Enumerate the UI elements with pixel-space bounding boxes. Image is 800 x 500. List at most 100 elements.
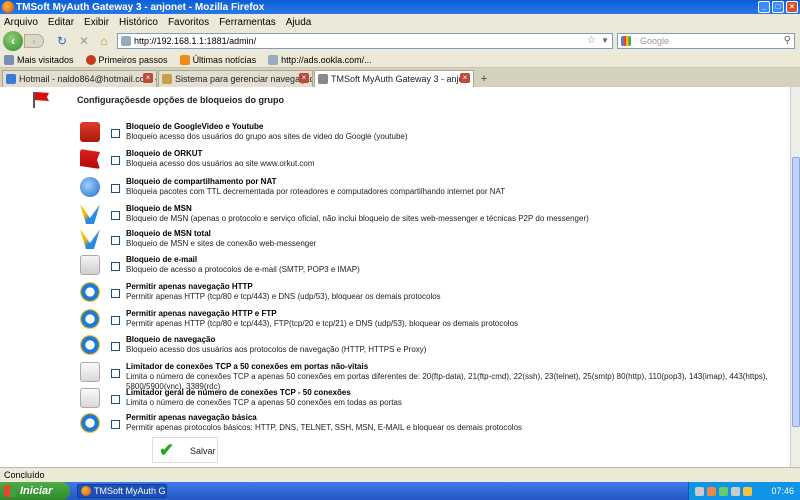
option-title: Permitir apenas navegação HTTP	[126, 282, 253, 291]
option-desc: Bloqueia pacotes com TTL decrementada po…	[126, 187, 506, 196]
taskbar: Iniciar TMSoft MyAuth Gate... 07:46	[0, 482, 800, 500]
option-checkbox[interactable]	[111, 262, 120, 271]
option-row: Bloqueio de navegação Bloqueio acesso do…	[80, 335, 780, 361]
back-button[interactable]: ‹	[3, 31, 23, 51]
firefox-icon	[81, 486, 91, 496]
bookmark-item[interactable]: Mais visitados	[4, 54, 74, 65]
page-content: Configuraçõesde opções de bloqueios do g…	[0, 87, 790, 467]
hotmail-icon	[6, 74, 16, 84]
option-title: Permitir apenas navegação HTTP e FTP	[126, 309, 277, 318]
tab-tmsoft[interactable]: TMSoft MyAuth Gateway 3 - anjo... ×	[314, 70, 474, 87]
menu-historico[interactable]: Histórico	[119, 17, 158, 28]
menu-exibir[interactable]: Exibir	[84, 17, 109, 28]
start-button[interactable]: Iniciar	[0, 482, 70, 500]
option-title: Bloqueio de navegação	[126, 335, 216, 344]
forward-button[interactable]: ›	[24, 34, 44, 48]
search-icon[interactable]: ⚲	[784, 34, 791, 48]
option-desc: Bloqueia acesso dos usuários ao site www…	[126, 159, 315, 168]
chart-icon	[80, 362, 100, 382]
option-row: Bloqueio de MSN Bloqueio de MSN (apenas …	[80, 204, 780, 230]
option-row: Permitir apenas navegação básica Permiti…	[80, 413, 780, 439]
tray-icon[interactable]	[707, 486, 716, 496]
tab-hotmail[interactable]: Hotmail - naldo864@hotmail.com - Win... …	[2, 70, 157, 87]
page-icon	[268, 54, 279, 65]
option-row: Bloqueio de e-mail Bloqueio de acesso a …	[80, 255, 780, 281]
status-text: Concluído	[4, 470, 45, 480]
chart-icon	[80, 388, 100, 408]
rss-icon	[179, 54, 190, 65]
option-row: Limitador geral de número de conexões TC…	[80, 388, 780, 414]
close-button[interactable]: ×	[786, 1, 798, 13]
option-row: Permitir apenas navegação HTTP Permitir …	[80, 282, 780, 308]
menu-ajuda[interactable]: Ajuda	[286, 17, 312, 28]
navigation-toolbar: ‹ › ↻ ✕ ⌂ http://192.168.1.1:1881/admin/…	[0, 30, 800, 52]
network-icon[interactable]	[731, 486, 740, 496]
menu-arquivo[interactable]: Arquivo	[4, 17, 38, 28]
vertical-scrollbar[interactable]	[790, 87, 800, 467]
option-desc: Permitir apenas HTTP (tcp/80 e tcp/443),…	[126, 319, 519, 328]
menu-favoritos[interactable]: Favoritos	[168, 17, 209, 28]
home-icon[interactable]: ⌂	[97, 34, 111, 48]
tray-icon[interactable]	[695, 486, 704, 496]
option-desc: Bloqueio de acesso a protocolos de e-mai…	[126, 265, 360, 274]
option-desc: Bloqueio de MSN e sites de conexão web-m…	[126, 239, 317, 248]
google-icon	[621, 36, 631, 46]
url-bar[interactable]: http://192.168.1.1:1881/admin/ ☆ ▼	[117, 33, 613, 49]
save-button[interactable]: ✔ Salvar	[152, 437, 218, 463]
bookmarks-toolbar: Mais visitados Primeiros passos Últimas …	[0, 52, 800, 68]
option-title: Limitador de conexões TCP a 50 conexões …	[126, 362, 369, 371]
option-checkbox[interactable]	[111, 236, 120, 245]
option-title: Bloqueio de ORKUT	[126, 149, 203, 158]
option-row: Bloqueio de compartilhamento por NAT Blo…	[80, 177, 780, 203]
option-checkbox[interactable]	[111, 369, 120, 378]
flag-icon	[33, 92, 49, 108]
option-row: Permitir apenas navegação HTTP e FTP Per…	[80, 309, 780, 335]
option-checkbox[interactable]	[111, 289, 120, 298]
option-title: Bloqueio de MSN total	[126, 229, 211, 238]
clock: 07:46	[771, 486, 794, 496]
bookmark-item[interactable]: Primeiros passos	[85, 54, 168, 65]
page-icon	[162, 74, 172, 84]
url-dropdown-icon[interactable]: ▼	[601, 34, 609, 48]
volume-icon[interactable]	[743, 486, 752, 496]
reload-icon[interactable]: ↻	[55, 34, 69, 48]
close-icon[interactable]: ×	[460, 73, 470, 83]
close-icon[interactable]: ×	[143, 73, 153, 83]
firefox-icon	[2, 1, 14, 13]
stop-icon[interactable]: ✕	[77, 34, 91, 48]
menu-bar: Arquivo Editar Exibir Histórico Favorito…	[0, 14, 800, 30]
option-checkbox[interactable]	[111, 395, 120, 404]
option-checkbox[interactable]	[111, 129, 120, 138]
new-tab-button[interactable]: +	[475, 72, 493, 87]
page-title: Configuraçõesde opções de bloqueios do g…	[77, 95, 285, 105]
option-checkbox[interactable]	[111, 211, 120, 220]
option-checkbox[interactable]	[111, 420, 120, 429]
option-title: Limitador geral de número de conexões TC…	[126, 388, 351, 397]
minimize-button[interactable]: _	[758, 1, 770, 13]
scrollbar-thumb[interactable]	[792, 157, 800, 427]
bookmark-item[interactable]: Últimas notícias	[179, 54, 256, 65]
menu-ferramentas[interactable]: Ferramentas	[219, 17, 276, 28]
tray-icon[interactable]	[719, 486, 728, 496]
option-checkbox[interactable]	[111, 156, 120, 165]
bookmark-star-icon[interactable]: ☆	[587, 34, 596, 48]
email-icon	[80, 255, 100, 275]
option-checkbox[interactable]	[111, 316, 120, 325]
maximize-button[interactable]: □	[772, 1, 784, 13]
taskbar-item-firefox[interactable]: TMSoft MyAuth Gate...	[77, 484, 167, 498]
search-input[interactable]: Google ⚲	[617, 33, 795, 49]
folder-icon	[4, 54, 14, 65]
option-desc: Limita o número de conexões TCP a apenas…	[126, 398, 402, 407]
option-title: Bloqueio de compartilhamento por NAT	[126, 177, 277, 186]
option-checkbox[interactable]	[111, 342, 120, 351]
firefox-icon	[85, 54, 96, 65]
option-checkbox[interactable]	[111, 184, 120, 193]
menu-editar[interactable]: Editar	[48, 17, 74, 28]
windows-logo-icon	[4, 485, 16, 497]
option-desc: Permitir apenas protocolos básicos: HTTP…	[126, 423, 523, 432]
bookmark-item[interactable]: http://ads.ookla.com/...	[268, 54, 372, 65]
status-bar: Concluído	[0, 467, 800, 482]
tab-sistema[interactable]: Sistema para gerenciar navegação em ... …	[158, 70, 313, 87]
option-desc: Bloqueio de MSN (apenas o protocolo e se…	[126, 214, 589, 223]
close-icon[interactable]: ×	[299, 73, 309, 83]
